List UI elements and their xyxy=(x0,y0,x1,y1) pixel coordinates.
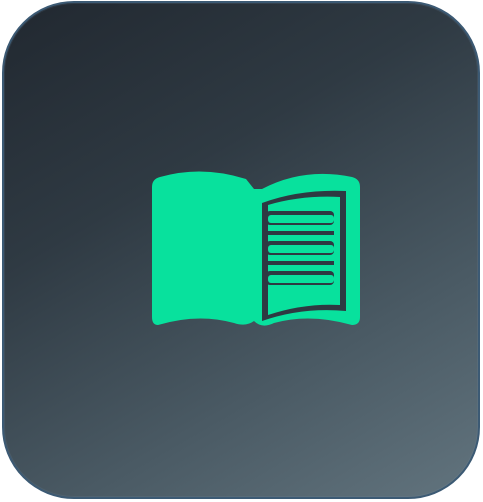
book-left-page xyxy=(152,171,254,325)
book-text-line xyxy=(266,231,334,235)
book-stripe xyxy=(268,245,334,253)
app-icon-tile[interactable] xyxy=(2,1,480,499)
open-book-icon xyxy=(152,171,360,326)
book-stripe xyxy=(268,275,334,283)
book-stripe xyxy=(268,215,334,223)
book-text-line xyxy=(266,261,334,265)
